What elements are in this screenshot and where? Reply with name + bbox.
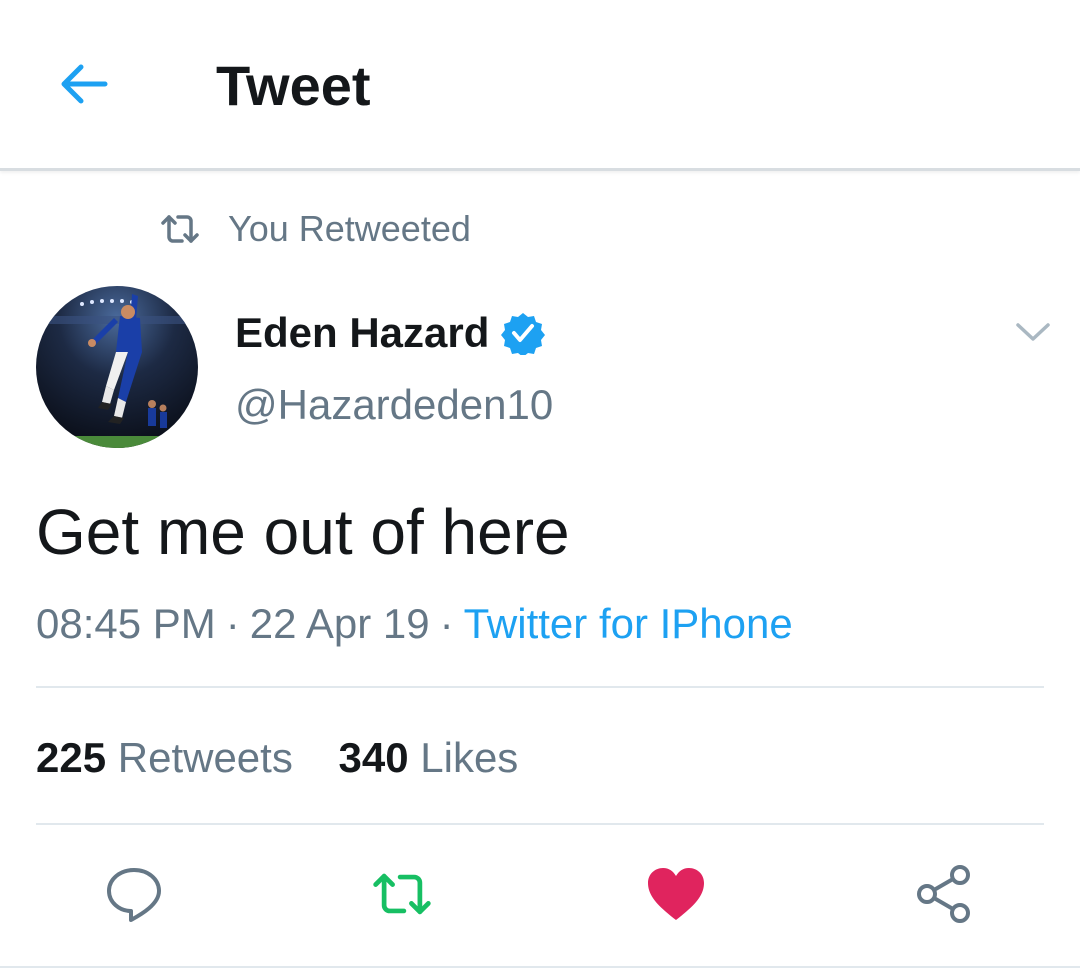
retweet-button[interactable] bbox=[370, 862, 434, 926]
back-button[interactable] bbox=[52, 56, 114, 112]
tweet-meta: 08:45 PM · 22 Apr 19 · Twitter for IPhone bbox=[36, 596, 793, 652]
divider bbox=[36, 823, 1044, 825]
heart-icon bbox=[648, 868, 704, 920]
avatar[interactable] bbox=[36, 286, 198, 448]
retweet-icon bbox=[373, 873, 431, 915]
reply-icon bbox=[107, 868, 161, 922]
retweeted-banner: You Retweeted bbox=[158, 204, 471, 254]
share-icon bbox=[917, 865, 970, 923]
reply-button[interactable] bbox=[102, 862, 166, 926]
likes-count: 340 bbox=[338, 734, 409, 781]
arrow-left-icon bbox=[61, 64, 108, 104]
tweet-source-link[interactable]: Twitter for IPhone bbox=[464, 600, 793, 647]
divider bbox=[36, 686, 1044, 688]
verified-badge-icon bbox=[501, 313, 546, 355]
tweet-text: Get me out of here bbox=[36, 496, 570, 568]
retweets-count: 225 bbox=[36, 734, 107, 781]
likes-label: Likes bbox=[420, 734, 519, 781]
avatar-photo bbox=[36, 286, 198, 448]
meta-separator: · bbox=[225, 600, 240, 647]
divider bbox=[0, 966, 1080, 968]
tweet-stats: 225 Retweets 340 Likes bbox=[36, 730, 552, 786]
likes-stat[interactable]: 340 Likes bbox=[339, 734, 519, 781]
retweet-icon bbox=[161, 215, 199, 243]
retweets-label: Retweets bbox=[117, 734, 293, 781]
meta-separator: · bbox=[439, 600, 454, 647]
tweet-date: 22 Apr 19 bbox=[249, 600, 430, 647]
page-title: Tweet bbox=[216, 54, 371, 117]
share-button[interactable] bbox=[912, 862, 976, 926]
tweet-menu-button[interactable] bbox=[1008, 310, 1058, 354]
tweet-time: 08:45 PM bbox=[36, 600, 216, 647]
author-name: Eden Hazard bbox=[235, 309, 490, 356]
author-handle[interactable]: @Hazardeden10 bbox=[235, 378, 553, 432]
like-button[interactable] bbox=[644, 862, 708, 926]
retweeted-label: You Retweeted bbox=[228, 208, 471, 249]
chevron-down-icon bbox=[1016, 323, 1050, 341]
author-name-row[interactable]: Eden Hazard bbox=[235, 306, 546, 360]
retweets-stat[interactable]: 225 Retweets bbox=[36, 734, 293, 781]
top-app-bar: Tweet bbox=[0, 0, 1080, 171]
